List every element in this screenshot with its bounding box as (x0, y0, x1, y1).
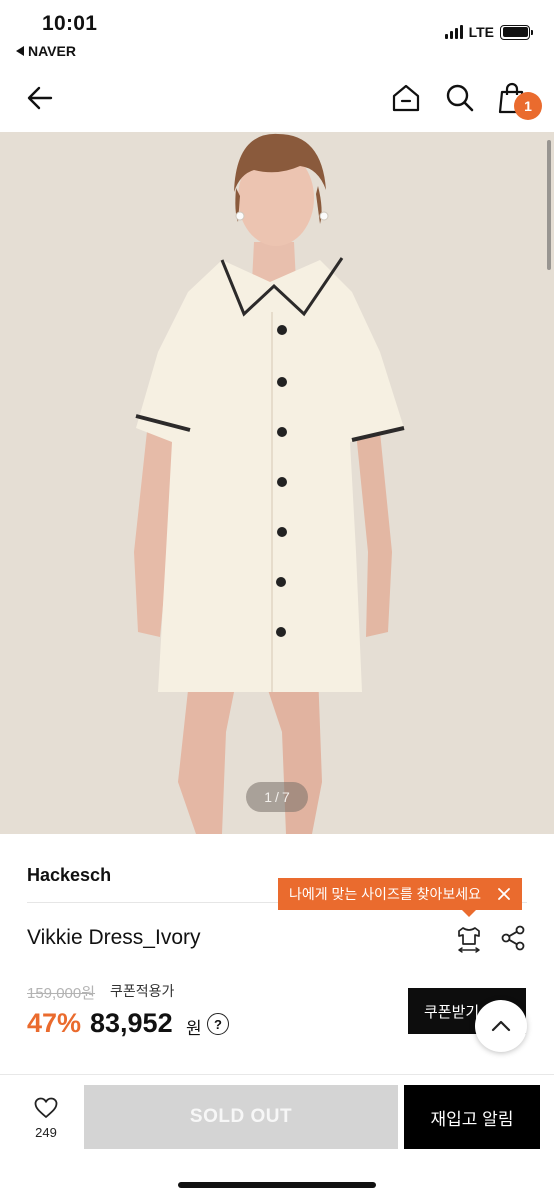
discount-rate: 47% (27, 1008, 82, 1038)
sale-price: 83,952 (90, 1008, 173, 1038)
home-indicator (178, 1182, 376, 1188)
price-info-icon[interactable]: ? (207, 1013, 229, 1035)
coupon-price-label: 쿠폰적용가 (110, 983, 175, 999)
product-image[interactable] (0, 132, 554, 834)
chevron-up-icon (491, 1020, 511, 1032)
total-images: 7 (281, 789, 290, 805)
back-triangle-icon (16, 46, 24, 56)
home-button[interactable] (388, 80, 424, 116)
currency-unit: 원 (186, 1019, 202, 1038)
status-time: 10:01 (42, 12, 98, 35)
brand-name[interactable]: Hackesch (27, 865, 111, 886)
search-button[interactable] (442, 80, 478, 116)
share-button[interactable] (500, 924, 528, 952)
counter-separator: / (275, 789, 279, 805)
back-arrow-icon (27, 86, 53, 110)
tooltip-text: 나에게 맞는 사이즈를 찾아보세요 (289, 886, 481, 902)
size-finder-button[interactable] (454, 924, 484, 954)
like-button[interactable]: 249 (20, 1096, 72, 1146)
app-header (0, 66, 554, 132)
search-icon (446, 84, 474, 112)
battery-icon (500, 24, 533, 40)
heart-icon (34, 1097, 58, 1118)
restock-alert-button[interactable]: 재입고 알림 (404, 1085, 540, 1149)
sold-out-button: SOLD OUT (84, 1085, 398, 1149)
back-button[interactable] (22, 80, 58, 116)
scroll-to-top-button[interactable] (475, 1000, 527, 1052)
image-page-counter: 1 / 7 (246, 782, 308, 812)
current-image-index: 1 (264, 789, 273, 805)
scroll-indicator (547, 140, 551, 270)
home-icon (392, 84, 420, 112)
close-icon[interactable] (496, 886, 512, 902)
status-indicators: LTE (444, 24, 533, 40)
like-count: 249 (35, 1125, 57, 1140)
share-icon (501, 925, 525, 951)
size-finder-tooltip[interactable]: 나에게 맞는 사이즈를 찾아보세요 (278, 878, 522, 917)
product-name: Vikkie Dress_Ivory (27, 926, 201, 949)
original-price: 159,000원 (27, 985, 96, 1002)
back-app-label: NAVER (28, 43, 76, 59)
network-label: LTE (468, 24, 494, 40)
cart-count-badge: 1 (514, 92, 542, 120)
signal-icon (444, 25, 463, 39)
back-to-app-link[interactable]: NAVER (16, 43, 76, 59)
status-bar: 10:01 NAVER LTE (0, 0, 554, 66)
tshirt-size-icon (458, 927, 480, 953)
model-photo (0, 132, 554, 834)
